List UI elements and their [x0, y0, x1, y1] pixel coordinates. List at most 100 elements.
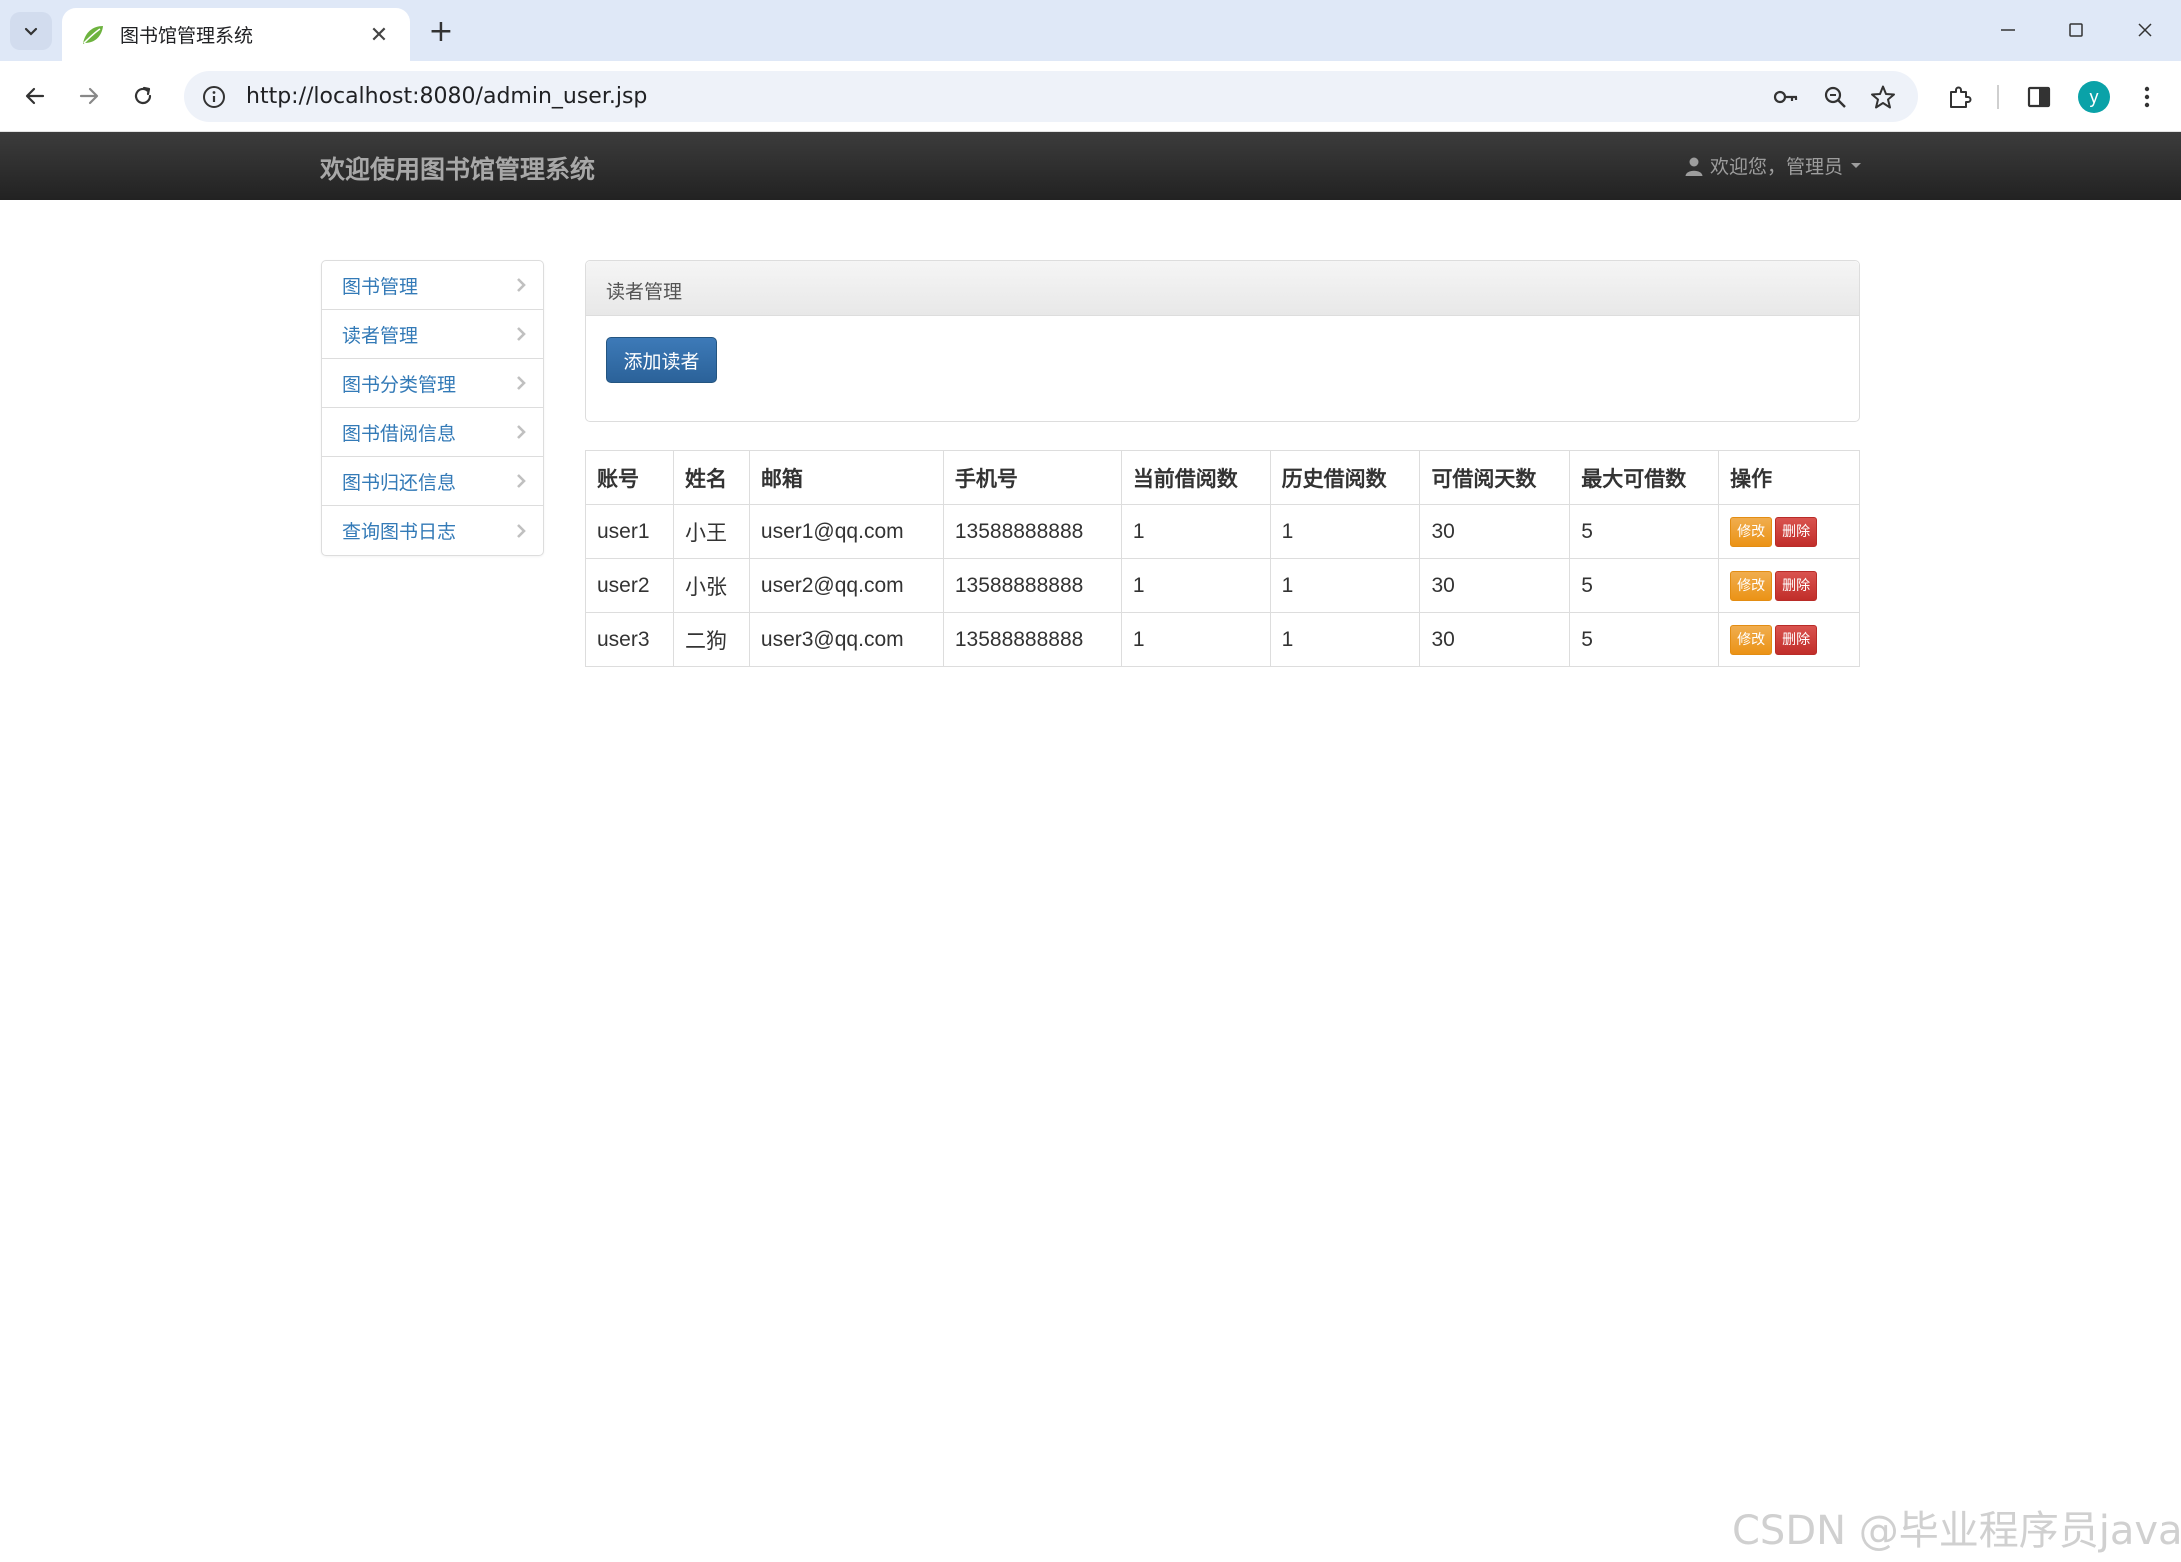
- user-icon: [1684, 155, 1706, 177]
- address-bar[interactable]: http://localhost:8080/admin_user.jsp: [184, 71, 1918, 122]
- sidebar-item-label: 图书归还信息: [342, 471, 457, 494]
- sidebar-item-book-log[interactable]: 查询图书日志: [322, 506, 543, 555]
- side-panel-button[interactable]: [2022, 80, 2056, 114]
- star-icon: [1871, 85, 1895, 109]
- reader-management-panel: 读者管理 添加读者: [585, 260, 1860, 422]
- sidebar-item-label: 读者管理: [342, 324, 419, 347]
- browser-tab-strip: 图书馆管理系统 ✕ +: [0, 0, 2181, 61]
- edit-button[interactable]: 修改: [1730, 624, 1773, 655]
- column-header-history-borrow: 历史借阅数: [1269, 450, 1421, 505]
- table-header-row: 账号 姓名 邮箱 手机号 当前借阅数 历史借阅数 可借阅天数 最大可借数 操作: [585, 450, 1860, 505]
- column-header-borrow-days: 可借阅天数: [1419, 450, 1571, 505]
- delete-button[interactable]: 删除: [1775, 624, 1818, 655]
- back-arrow-icon: [25, 87, 45, 105]
- column-header-account: 账号: [585, 450, 674, 505]
- sidebar-item-reader-management[interactable]: 读者管理: [322, 310, 543, 359]
- minimize-icon: [2001, 29, 2015, 31]
- reload-button[interactable]: [122, 75, 164, 117]
- page-navbar: 欢迎使用图书馆管理系统 欢迎您，管理员: [0, 132, 2181, 200]
- zoom-icon: [1824, 86, 1846, 108]
- cell-name: 二狗: [672, 612, 750, 667]
- new-tab-button[interactable]: +: [424, 14, 458, 49]
- table-row: user3 二狗 user3@qq.com 13588888888 1 1 30…: [585, 612, 1860, 667]
- cell-borrow-days: 30: [1419, 504, 1571, 559]
- maximize-button[interactable]: [2051, 10, 2101, 50]
- cell-borrow-days: 30: [1419, 558, 1571, 613]
- user-dropdown[interactable]: 欢迎您，管理员: [1684, 152, 1862, 179]
- sidebar-item-category-management[interactable]: 图书分类管理: [322, 359, 543, 408]
- tab-close-button[interactable]: ✕: [366, 22, 392, 48]
- delete-button[interactable]: 删除: [1775, 570, 1818, 601]
- cell-account: user3: [585, 612, 674, 667]
- watermark: CSDN @毕业程序员java: [1732, 1508, 2181, 1554]
- sidebar-item-label: 图书管理: [342, 275, 419, 298]
- forward-arrow-icon: [79, 87, 99, 105]
- toolbar-divider: [1997, 85, 1999, 109]
- cell-max-borrow: 5: [1569, 504, 1720, 559]
- cell-actions: 修改 删除: [1718, 504, 1860, 559]
- sidebar-item-return-info[interactable]: 图书归还信息: [322, 457, 543, 506]
- profile-avatar[interactable]: y: [2078, 81, 2110, 113]
- sidebar-item-label: 图书分类管理: [342, 373, 457, 396]
- sidebar-menu: 图书管理 读者管理 图书分类管理 图书借阅信息 图书归还信息 查询图书日志: [321, 260, 544, 556]
- chevron-down-icon: [24, 27, 38, 36]
- delete-button[interactable]: 删除: [1775, 516, 1818, 547]
- minimize-button[interactable]: [1983, 10, 2033, 50]
- url-text: http://localhost:8080/admin_user.jsp: [246, 84, 648, 109]
- edit-button[interactable]: 修改: [1730, 516, 1773, 547]
- cell-current-borrow: 1: [1120, 504, 1271, 559]
- column-header-actions: 操作: [1718, 450, 1860, 505]
- close-window-button[interactable]: [2120, 10, 2170, 50]
- user-greeting: 欢迎您，管理员: [1710, 156, 1844, 178]
- extensions-button[interactable]: [1942, 80, 1976, 114]
- cell-account: user1: [585, 504, 674, 559]
- cell-phone: 13588888888: [942, 558, 1122, 613]
- tab-title: 图书馆管理系统: [120, 25, 254, 47]
- chevron-right-icon: [515, 276, 529, 294]
- back-button[interactable]: [14, 75, 56, 117]
- cell-phone: 13588888888: [942, 504, 1122, 559]
- edit-button[interactable]: 修改: [1730, 570, 1773, 601]
- column-header-phone: 手机号: [942, 450, 1122, 505]
- side-panel-icon: [2027, 86, 2051, 108]
- browser-tab-active[interactable]: 图书馆管理系统 ✕: [62, 8, 410, 61]
- cell-max-borrow: 5: [1569, 612, 1720, 667]
- cell-borrow-days: 30: [1419, 612, 1571, 667]
- reader-table: 账号 姓名 邮箱 手机号 当前借阅数 历史借阅数 可借阅天数 最大可借数 操作 …: [585, 450, 1860, 667]
- browser-toolbar: http://localhost:8080/admin_user.jsp y: [0, 61, 2181, 132]
- add-reader-button[interactable]: 添加读者: [606, 337, 717, 383]
- password-key-button[interactable]: [1771, 82, 1801, 112]
- key-icon: [1773, 90, 1798, 104]
- chevron-right-icon: [515, 325, 529, 343]
- chevron-right-icon: [515, 374, 529, 392]
- cell-account: user2: [585, 558, 674, 613]
- chevron-right-icon: [515, 423, 529, 441]
- caret-down-icon: [1851, 163, 1862, 168]
- cell-max-borrow: 5: [1569, 558, 1720, 613]
- tab-search-button[interactable]: [10, 12, 52, 50]
- table-row: user2 小张 user2@qq.com 13588888888 1 1 30…: [585, 558, 1860, 613]
- puzzle-icon: [1950, 86, 1972, 108]
- column-header-email: 邮箱: [748, 450, 944, 505]
- cell-actions: 修改 删除: [1718, 558, 1860, 613]
- cell-email: user3@qq.com: [748, 612, 944, 667]
- info-icon[interactable]: [200, 83, 228, 111]
- cell-current-borrow: 1: [1120, 558, 1271, 613]
- kebab-menu-icon: [2144, 86, 2150, 108]
- cell-name: 小王: [672, 504, 750, 559]
- table-row: user1 小王 user1@qq.com 13588888888 1 1 30…: [585, 504, 1860, 559]
- column-header-name: 姓名: [672, 450, 750, 505]
- navbar-brand[interactable]: 欢迎使用图书馆管理系统: [320, 150, 595, 186]
- chevron-right-icon: [515, 522, 529, 540]
- cell-actions: 修改 删除: [1718, 612, 1860, 667]
- browser-menu-button[interactable]: [2130, 80, 2164, 114]
- cell-name: 小张: [672, 558, 750, 613]
- bookmark-button[interactable]: [1868, 82, 1898, 112]
- sidebar-item-borrow-info[interactable]: 图书借阅信息: [322, 408, 543, 457]
- sidebar-item-book-management[interactable]: 图书管理: [322, 261, 543, 310]
- forward-button[interactable]: [68, 75, 110, 117]
- zoom-button[interactable]: [1820, 82, 1850, 112]
- cell-current-borrow: 1: [1120, 612, 1271, 667]
- close-icon: [2138, 23, 2152, 37]
- maximize-icon: [2069, 23, 2083, 37]
